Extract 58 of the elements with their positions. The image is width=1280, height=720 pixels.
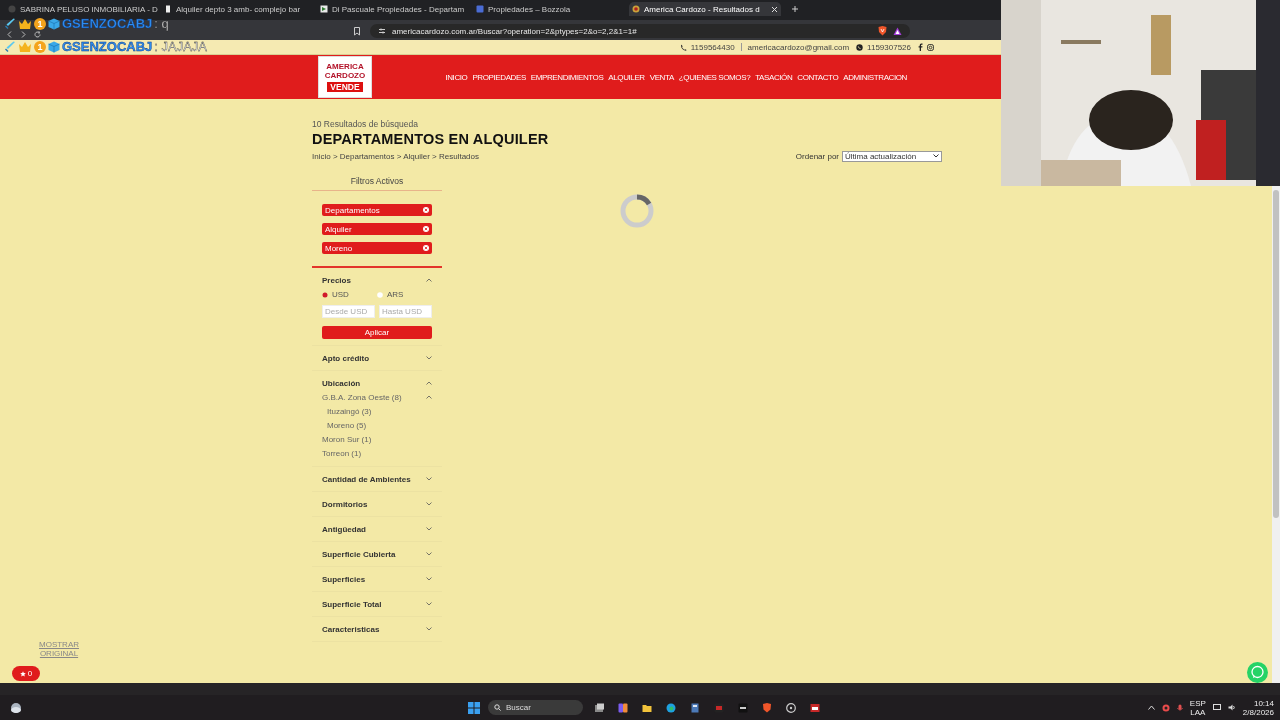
- logo[interactable]: AMERICA CARDOZO VENDE: [318, 56, 372, 98]
- email-link[interactable]: americacardozo@gmail.com: [747, 42, 850, 52]
- filter-section-title[interactable]: Superficies: [322, 574, 366, 584]
- nav-link[interactable]: ADMINISTRACION: [843, 72, 907, 82]
- nav-link[interactable]: VENTA: [649, 72, 674, 82]
- sort-select[interactable]: Última actualización: [842, 150, 942, 162]
- filter-section-title[interactable]: Precios: [322, 275, 351, 285]
- browser-tab[interactable]: Propiedades – Bozzola: [473, 2, 625, 16]
- chat-username: GSENZOCABJ: [62, 17, 153, 30]
- filter-chip[interactable]: Departamentos: [322, 204, 432, 216]
- location-link[interactable]: G.B.A. Zona Oeste (8): [322, 392, 402, 402]
- logo-text: AMERICA: [326, 62, 364, 71]
- nav-link[interactable]: PROPIEDADES: [472, 72, 526, 82]
- location-link[interactable]: Moron Sur (1): [322, 434, 372, 444]
- page-title: DEPARTAMENTOS EN ALQUILER: [312, 131, 550, 147]
- logo-text: VENDE: [327, 82, 363, 92]
- breadcrumb: Inicio > Departamentos > Alquiler > Resultados: [312, 151, 479, 161]
- filter-section-title[interactable]: Superficie Cubierta: [322, 549, 396, 559]
- filter-chip[interactable]: Alquiler: [322, 223, 432, 235]
- location-link[interactable]: Ituzaingó (3): [327, 406, 372, 416]
- filter-section-title[interactable]: Cantidad de Ambientes: [322, 474, 411, 484]
- filter-chip[interactable]: Moreno: [322, 242, 432, 254]
- logo-text: CARDOZO: [324, 71, 366, 80]
- radio-label: ARS: [386, 290, 404, 299]
- nav-link[interactable]: EMPRENDIMIENTOS: [530, 72, 604, 82]
- input-field[interactable]: Hasta USD: [379, 305, 432, 318]
- filter-section-title[interactable]: Apto crédito: [322, 353, 370, 363]
- browser-tab[interactable]: Alquiler depto 3 amb- complejo bar: [161, 2, 313, 16]
- filter-section-title[interactable]: Antigüedad: [322, 524, 366, 534]
- input-field[interactable]: Desde USD: [322, 305, 375, 318]
- sort-label: Ordenar por: [795, 151, 839, 161]
- nav-link[interactable]: INICIO: [445, 72, 468, 82]
- favorites-button[interactable]: 0: [12, 666, 40, 681]
- filter-section-title[interactable]: Superficie Total: [322, 599, 382, 609]
- browser-tab[interactable]: America Cardozo - Resultados d: [629, 2, 781, 16]
- chat-message: : q: [154, 17, 169, 30]
- nav-link[interactable]: TASACIÓN: [755, 72, 793, 82]
- filter-section-title[interactable]: Dormitorios: [322, 499, 368, 509]
- whatsapp-number: 1159307526: [867, 42, 911, 52]
- taskbar-search-field[interactable]: Buscar: [488, 700, 583, 715]
- nav-link[interactable]: CONTACTO: [797, 72, 839, 82]
- nav-link[interactable]: ALQUILER: [608, 72, 645, 82]
- filters-heading: Filtros Activos: [312, 176, 442, 191]
- nav-link[interactable]: ¿QUIENES SOMOS?: [678, 72, 751, 82]
- apply-button[interactable]: Aplicar: [322, 326, 432, 339]
- phone-number: 1159564430: [690, 42, 735, 52]
- chat-message: : JAJAJA: [154, 40, 208, 53]
- results-count: 10 Resultados de búsqueda: [312, 119, 419, 129]
- keyboard-language[interactable]: ESP LAA: [1189, 698, 1206, 717]
- location-link[interactable]: Torreon (1): [322, 448, 362, 458]
- filter-section-title[interactable]: Ubicación: [322, 378, 361, 388]
- browser-tab[interactable]: SABRINA PELUSO INMOBILIARIA - D: [5, 2, 157, 16]
- filter-section-title[interactable]: Caracteristicas: [322, 624, 380, 634]
- browser-tab[interactable]: Di Pascuale Propiedades - Departam: [317, 2, 469, 16]
- chat-username: GSENZOCABJ: [62, 40, 153, 53]
- location-link[interactable]: Moreno (5): [327, 420, 367, 430]
- clock[interactable]: 10:14 2/8/2026: [1242, 698, 1274, 717]
- radio-label: USD: [332, 290, 349, 299]
